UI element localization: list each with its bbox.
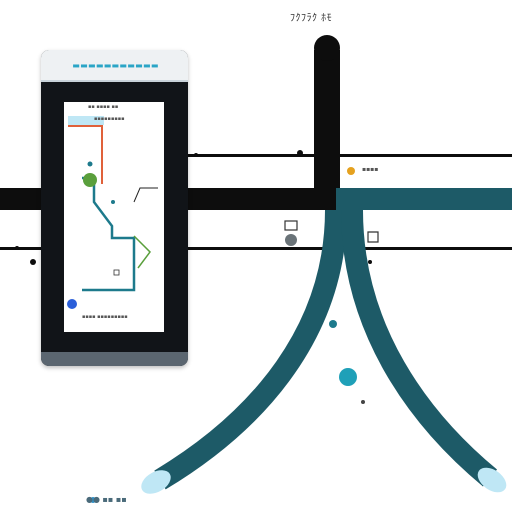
dot-marker: [297, 150, 303, 156]
teal-dot-large: [339, 368, 357, 386]
footer-caption: ●● ▪▪ ▪▪: [86, 495, 127, 504]
camera-icon[interactable]: [284, 220, 298, 246]
teal-small-dot: [87, 161, 93, 167]
junction-label: ▪▪▪▪: [362, 166, 379, 173]
app-title: ▬▬▬▬▬▬▬▬▬▬▬: [72, 61, 159, 70]
dot-marker: [368, 260, 372, 264]
location-pin-icon[interactable]: [347, 167, 355, 175]
phone-mockup: ▬▬▬▬▬▬▬▬▬▬▬ ▪▪ ▪▪▪▪ ▪▪ ▪▪▪▪▪▪▪▪▪ ▪▪▪▪ ▪▪…: [41, 50, 188, 366]
blue-start-dot: [67, 299, 77, 309]
dot-marker: [194, 153, 198, 157]
teal-dot-small: [329, 320, 337, 328]
small-square: [113, 269, 120, 276]
app-header: ▬▬▬▬▬▬▬▬▬▬▬: [41, 50, 188, 82]
mini-route-map: [67, 116, 158, 309]
road-horizontal-thin-top: [188, 154, 512, 157]
phone-bottom-bar: [41, 352, 188, 366]
dot-marker: [15, 246, 19, 250]
map-scene: ﾌｸﾌﾗｸ ﾎﾓ ▬▬▬▬▬▬▬▬▬▬▬ ▪▪ ▪▪▪▪ ▪▪ ▪▪▪▪▪▪▪▪…: [0, 0, 512, 512]
link-icon[interactable]: [367, 231, 379, 243]
teal-small-dot: [111, 200, 115, 204]
road-vertical: [314, 50, 340, 200]
top-caption: ﾌｸﾌﾗｸ ﾎﾓ: [290, 13, 333, 24]
screen-footer-text: ▪▪▪▪ ▪▪▪▪▪▪▪▪▪: [82, 314, 128, 320]
dot-marker: [30, 259, 36, 265]
route-curve-right: [341, 209, 498, 487]
green-marker: [83, 173, 97, 187]
route-green: [133, 235, 151, 269]
map-screen[interactable]: ▪▪ ▪▪▪▪ ▪▪ ▪▪▪▪▪▪▪▪▪ ▪▪▪▪ ▪▪▪▪▪▪▪▪▪: [64, 102, 164, 332]
legend-text: ▪▪▪▪▪▪▪▪▪: [94, 116, 125, 122]
route-horizontal-teal: [336, 188, 512, 210]
dot-marker: [361, 400, 365, 404]
road-vertical-cap: [314, 35, 340, 61]
route-teal: [82, 176, 136, 292]
route-black: [133, 187, 158, 203]
